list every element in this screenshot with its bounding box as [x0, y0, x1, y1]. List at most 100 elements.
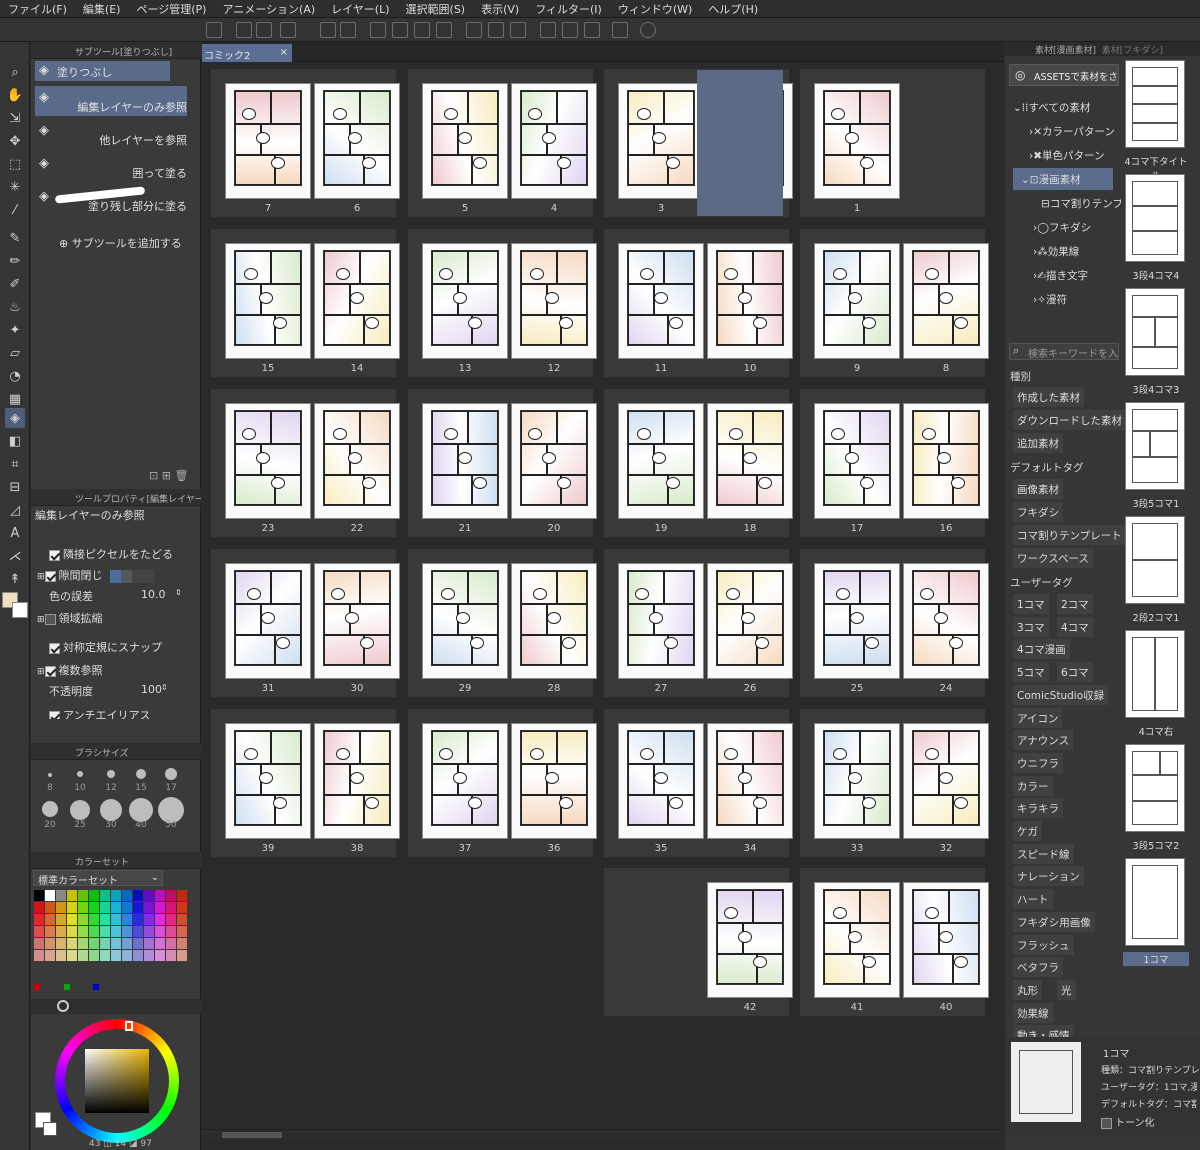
palette-swatch[interactable]: [67, 950, 77, 961]
tree-effect-lines[interactable]: ›⁂効果線: [1013, 240, 1121, 262]
operation-icon[interactable]: ◿: [5, 500, 25, 520]
checkbox[interactable]: [44, 665, 56, 677]
auto-select-icon[interactable]: ✳: [5, 177, 25, 197]
page-thumbnail[interactable]: [903, 563, 989, 679]
palette-swatch[interactable]: [100, 950, 110, 961]
palette-swatch[interactable]: [78, 926, 88, 937]
frame-template-thumbnail[interactable]: [1125, 858, 1185, 946]
page-thumbnail[interactable]: [814, 403, 900, 519]
hue-handle[interactable]: [125, 1021, 133, 1031]
page-thumbnail[interactable]: [707, 403, 793, 519]
menu-edit[interactable]: 編集(E): [75, 1, 129, 17]
palette-swatch[interactable]: [144, 902, 154, 913]
brush-size-dot[interactable]: [48, 773, 52, 777]
color-history-red[interactable]: [34, 984, 40, 990]
palette-swatch[interactable]: [111, 914, 121, 925]
palette-swatch[interactable]: [89, 938, 99, 949]
brush-size-dot[interactable]: [77, 771, 83, 777]
page-thumbnail[interactable]: [814, 563, 900, 679]
sub-color-swatch[interactable]: [12, 602, 28, 618]
page-thumbnail[interactable]: [814, 723, 900, 839]
selection-icon[interactable]: [510, 22, 526, 38]
page-thumbnail[interactable]: [707, 243, 793, 359]
palette-swatch[interactable]: [100, 938, 110, 949]
palette-swatch[interactable]: [166, 926, 176, 937]
palette-swatch[interactable]: [144, 926, 154, 937]
brush-icon[interactable]: ✐: [5, 274, 25, 294]
ruler-tool-icon[interactable]: ⊟: [5, 477, 25, 497]
brush-size-dot[interactable]: [100, 799, 122, 821]
opacity-row[interactable]: 不透明度 100 ⇕: [49, 683, 213, 703]
palette-swatch[interactable]: [100, 926, 110, 937]
palette-swatch[interactable]: [34, 914, 44, 925]
palette-swatch[interactable]: [122, 890, 132, 901]
palette-swatch[interactable]: [133, 938, 143, 949]
expand-icon[interactable]: ⊞: [37, 667, 45, 677]
fill-bucket-icon[interactable]: ◈: [5, 408, 25, 428]
balloon-icon[interactable]: ⋌: [5, 546, 25, 566]
app-icon[interactable]: [206, 22, 222, 38]
page-thumbnail[interactable]: [314, 563, 400, 679]
palette-swatch[interactable]: [133, 926, 143, 937]
gap-level-2[interactable]: [121, 569, 133, 583]
tag-button[interactable]: 4コマ漫画: [1013, 639, 1070, 660]
checkbox[interactable]: [44, 570, 56, 582]
menu-page[interactable]: ページ管理(P): [128, 1, 214, 17]
tag-button[interactable]: アイコン: [1013, 707, 1063, 728]
palette-swatch[interactable]: [56, 938, 66, 949]
brush-size-dot[interactable]: [165, 768, 177, 780]
palette-swatch[interactable]: [111, 890, 121, 901]
tree-all-materials[interactable]: ⌄⁞⁞すべての素材: [1013, 96, 1121, 118]
checkbox[interactable]: [49, 710, 60, 719]
document-tab[interactable]: コミック2 ×: [202, 44, 292, 62]
palette-swatch[interactable]: [144, 938, 154, 949]
palette-swatch[interactable]: [45, 950, 55, 961]
palette-swatch[interactable]: [155, 950, 165, 961]
palette-swatch[interactable]: [78, 950, 88, 961]
add-subtool-button[interactable]: ⊕ サブツールを追加する: [59, 235, 182, 251]
page-thumbnail[interactable]: [903, 723, 989, 839]
frame-template-thumbnail[interactable]: [1125, 288, 1185, 376]
palette-swatch[interactable]: [122, 902, 132, 913]
undo-icon[interactable]: [320, 22, 336, 38]
tag-button[interactable]: ナレーション: [1013, 866, 1084, 887]
palette-swatch[interactable]: [111, 950, 121, 961]
palette-swatch[interactable]: [89, 926, 99, 937]
eraser-icon[interactable]: ▱: [5, 343, 25, 363]
palette-swatch[interactable]: [67, 902, 77, 913]
palette-swatch[interactable]: [45, 902, 55, 913]
tag-button[interactable]: キラキラ: [1013, 798, 1063, 819]
palette-swatch[interactable]: [155, 902, 165, 913]
color-wheel[interactable]: [55, 1019, 179, 1143]
gap-level-1[interactable]: [110, 569, 122, 583]
page-thumbnail[interactable]: [707, 723, 793, 839]
palette-swatch[interactable]: [155, 914, 165, 925]
palette-swatch[interactable]: [155, 926, 165, 937]
tree-balloon[interactable]: ›◯フキダシ: [1013, 216, 1121, 238]
gap-level-4[interactable]: [143, 569, 155, 583]
subtool-edit-layer-only[interactable]: ◈ 編集レイヤーのみ参照: [35, 86, 187, 116]
page-thumbnail[interactable]: [707, 882, 793, 998]
palette-swatch[interactable]: [67, 938, 77, 949]
page-thumbnail[interactable]: [511, 403, 597, 519]
brush-size-dot[interactable]: [107, 770, 115, 778]
invert-selection-icon[interactable]: [488, 22, 504, 38]
spinner-icon[interactable]: ⇕: [175, 588, 182, 597]
page-thumbnail[interactable]: [618, 83, 704, 199]
page-thumbnail[interactable]: [903, 403, 989, 519]
frame-border-icon[interactable]: ⌗: [5, 454, 25, 474]
saturation-value-square[interactable]: [85, 1049, 149, 1113]
decoration-icon[interactable]: ✦: [5, 320, 25, 340]
grid-icon[interactable]: [584, 22, 600, 38]
tag-button[interactable]: フキダシ: [1013, 502, 1064, 522]
palette-swatch[interactable]: [34, 950, 44, 961]
page-thumbnail[interactable]: [314, 83, 400, 199]
tree-mono-pattern[interactable]: ›✖単色パターン: [1013, 144, 1121, 166]
palette-swatch[interactable]: [34, 902, 44, 913]
open-file-icon[interactable]: [256, 22, 272, 38]
frame-template-thumbnail[interactable]: [1125, 630, 1185, 718]
palette-swatch[interactable]: [34, 938, 44, 949]
menu-window[interactable]: ウィンドウ(W): [610, 1, 700, 17]
clear-icon[interactable]: [370, 22, 386, 38]
page-thumbnail[interactable]: [814, 243, 900, 359]
